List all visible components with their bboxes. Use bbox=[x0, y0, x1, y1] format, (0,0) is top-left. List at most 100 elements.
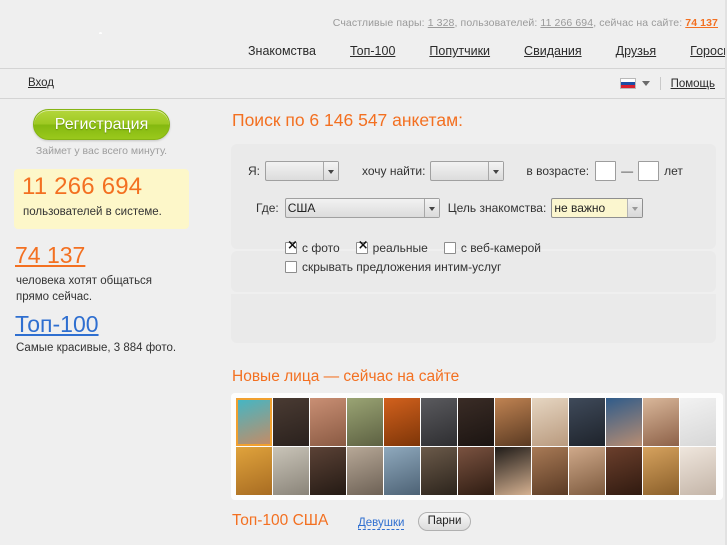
profile-thumbnail[interactable] bbox=[458, 398, 494, 446]
search-row-where-goal: Где: США Цель знакомства: не важно bbox=[256, 198, 644, 218]
page-title: Поиск по 6 146 547 анкетам: bbox=[232, 110, 463, 130]
sidebar-top100-caption: Самые красивые, 3 884 фото. bbox=[16, 342, 177, 354]
profile-thumbnail[interactable] bbox=[680, 447, 716, 495]
online-count-link[interactable]: 74 137 bbox=[15, 242, 85, 269]
girls-filter-link[interactable]: Девушки bbox=[358, 517, 405, 530]
profile-thumbnail[interactable] bbox=[310, 398, 346, 446]
profile-thumbnail[interactable] bbox=[236, 447, 272, 495]
profile-thumbnail[interactable] bbox=[458, 447, 494, 495]
nav-item-druzya[interactable]: Друзья bbox=[599, 34, 674, 68]
profile-thumbnail[interactable] bbox=[495, 398, 531, 446]
happy-pairs-value[interactable]: 1 328 bbox=[428, 17, 455, 29]
users-count-box: 11 266 694 пользователей в системе. bbox=[14, 169, 189, 229]
profile-thumbnail[interactable] bbox=[236, 398, 272, 446]
page-root: Счастливые пары: 1 328, пользователей: 1… bbox=[0, 0, 727, 545]
login-bar: Вход Помощь bbox=[0, 70, 727, 99]
left-sidebar: Регистрация Займет у вас всего минуту. 1… bbox=[0, 99, 228, 545]
checkbox-with-photo-label: с фото bbox=[302, 241, 340, 255]
checkbox-with-photo[interactable] bbox=[285, 239, 298, 254]
looking-for-select[interactable] bbox=[430, 161, 505, 181]
checkbox-real[interactable] bbox=[355, 239, 369, 254]
online-caption-line2: прямо сейчас. bbox=[16, 291, 93, 303]
goal-label: Цель знакомства: bbox=[447, 201, 547, 215]
goal-select[interactable]: не важно bbox=[551, 198, 644, 218]
checkbox-hide-intim[interactable] bbox=[285, 261, 297, 273]
login-link[interactable]: Вход bbox=[28, 77, 54, 89]
checkbox-webcam-label: с веб-камерой bbox=[460, 241, 542, 255]
users-label: пользователей: bbox=[460, 17, 538, 29]
profile-thumbnail[interactable] bbox=[643, 398, 679, 446]
age-to-input[interactable] bbox=[638, 161, 660, 181]
profile-thumbnail[interactable] bbox=[347, 398, 383, 446]
where-label: Где: bbox=[256, 201, 279, 215]
online-count-caption: человека хотят общаться прямо сейчас. bbox=[16, 273, 152, 305]
comma-2: , bbox=[593, 17, 597, 29]
checkbox-hide-intim-label: скрывать предложения интим-услуг bbox=[302, 260, 502, 274]
new-faces-grid bbox=[236, 398, 723, 495]
search-panel-bottom bbox=[231, 294, 716, 343]
age-from-input[interactable] bbox=[595, 161, 617, 181]
search-checkbox-row-2: скрывать предложения интим-услуг bbox=[285, 260, 517, 274]
age-dash: — bbox=[621, 164, 634, 178]
users-value[interactable]: 11 266 694 bbox=[540, 17, 593, 29]
where-select-wrap: США bbox=[284, 198, 440, 218]
bottom-top100-title: Топ-100 США bbox=[232, 512, 329, 529]
nav-item-znakomstva[interactable]: Знакомства bbox=[231, 34, 333, 68]
profile-thumbnail[interactable] bbox=[273, 447, 309, 495]
new-faces-title: Новые лица — сейчас на сайте bbox=[232, 368, 460, 385]
search-checkbox-row-1: с фото реальные с веб-камерой bbox=[285, 239, 557, 255]
age-label: в возрасте: bbox=[526, 164, 590, 178]
profile-thumbnail[interactable] bbox=[569, 398, 605, 446]
online-value[interactable]: 74 137 bbox=[685, 17, 718, 29]
users-count-caption: пользователей в системе. bbox=[23, 206, 162, 218]
profile-thumbnail[interactable] bbox=[421, 398, 457, 446]
profile-thumbnail[interactable] bbox=[532, 398, 568, 446]
nav-item-goroskopy[interactable]: Гороскопы bbox=[673, 34, 727, 68]
i-am-select-wrap bbox=[265, 161, 339, 181]
main-navigation: Знакомства Топ-100 Попутчики Свидания Др… bbox=[0, 34, 727, 69]
profile-thumbnail[interactable] bbox=[495, 447, 531, 495]
online-caption-line1: человека хотят общаться bbox=[16, 275, 153, 287]
nav-items: Знакомства Топ-100 Попутчики Свидания Др… bbox=[231, 34, 727, 68]
looking-for-label: хочу найти: bbox=[362, 164, 426, 178]
nav-item-poputchiki[interactable]: Попутчики bbox=[412, 34, 507, 68]
profile-thumbnail[interactable] bbox=[606, 398, 642, 446]
profile-thumbnail[interactable] bbox=[384, 447, 420, 495]
happy-pairs-label: Счастливые пары: bbox=[332, 17, 425, 29]
profile-thumbnail[interactable] bbox=[421, 447, 457, 495]
new-faces-grid-wrap bbox=[231, 393, 723, 500]
comma-1: , bbox=[454, 17, 458, 29]
profile-thumbnail[interactable] bbox=[384, 398, 420, 446]
online-label: сейчас на сайте: bbox=[599, 17, 683, 29]
profile-thumbnail[interactable] bbox=[569, 447, 605, 495]
looking-for-select-wrap bbox=[430, 161, 505, 181]
profile-thumbnail[interactable] bbox=[273, 398, 309, 446]
age-unit-label: лет bbox=[664, 164, 683, 178]
nav-item-top100[interactable]: Топ-100 bbox=[333, 34, 412, 68]
sidebar-top100-link[interactable]: Топ-100 bbox=[15, 311, 99, 338]
goal-select-wrap: не важно bbox=[551, 198, 644, 218]
profile-thumbnail[interactable] bbox=[532, 447, 568, 495]
profile-thumbnail[interactable] bbox=[680, 398, 716, 446]
register-note: Займет у вас всего минуту. bbox=[35, 145, 168, 157]
chevron-down-icon[interactable] bbox=[641, 81, 650, 86]
nav-item-svidaniya[interactable]: Свидания bbox=[507, 34, 599, 68]
profile-thumbnail[interactable] bbox=[310, 447, 346, 495]
help-link[interactable]: Помощь bbox=[671, 78, 715, 90]
profile-thumbnail[interactable] bbox=[606, 447, 642, 495]
utility-links: Помощь bbox=[619, 77, 715, 90]
i-am-select[interactable] bbox=[265, 161, 339, 181]
register-button[interactable]: Регистрация bbox=[33, 109, 170, 140]
profile-thumbnail[interactable] bbox=[643, 447, 679, 495]
search-panel-top bbox=[231, 144, 716, 249]
divider bbox=[659, 77, 661, 90]
russian-flag-icon[interactable] bbox=[619, 78, 636, 89]
main-content: Поиск по 6 146 547 анкетам: Я: хочу найт… bbox=[228, 99, 727, 545]
profile-thumbnail[interactable] bbox=[347, 447, 383, 495]
checkbox-webcam[interactable] bbox=[443, 242, 456, 254]
users-count-value: 11 266 694 bbox=[22, 173, 143, 200]
search-row-gender-age: Я: хочу найти: в возрасте: — лет bbox=[248, 161, 683, 181]
guys-filter-button[interactable]: Парни bbox=[418, 512, 471, 531]
top-stats-bar: Счастливые пары: 1 328, пользователей: 1… bbox=[0, 0, 727, 35]
where-select[interactable]: США bbox=[284, 198, 440, 218]
